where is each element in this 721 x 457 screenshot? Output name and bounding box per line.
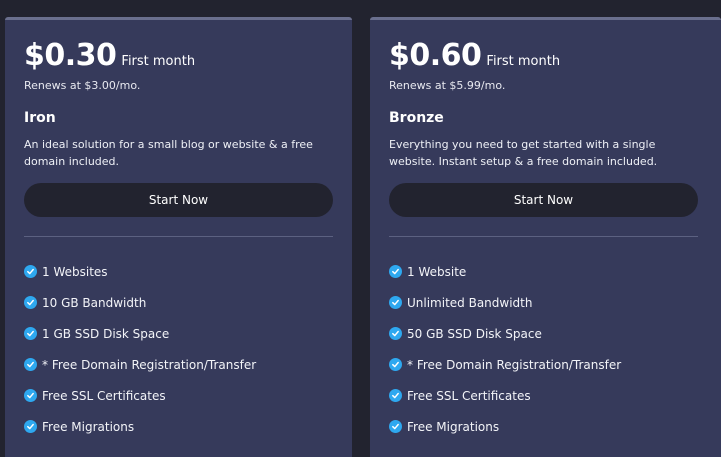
feature-list: 1 Websites 10 GB Bandwidth 1 GB SSD Disk… — [24, 256, 256, 442]
start-now-button[interactable]: Start Now — [389, 183, 698, 217]
feature-item: * Free Domain Registration/Transfer — [389, 349, 621, 380]
divider — [24, 236, 333, 237]
check-circle-icon — [24, 327, 37, 340]
feature-label: Free Migrations — [42, 419, 135, 434]
check-circle-icon — [389, 420, 402, 433]
feature-item: Free Migrations — [389, 411, 621, 442]
price-row: $0.30 First month — [24, 38, 195, 73]
feature-item: 50 GB SSD Disk Space — [389, 318, 621, 349]
check-circle-icon — [24, 420, 37, 433]
feature-item: Unlimited Bandwidth — [389, 287, 621, 318]
check-circle-icon — [389, 296, 402, 309]
plan-name: Bronze — [389, 110, 444, 126]
feature-label: Unlimited Bandwidth — [407, 295, 533, 310]
plan-price: $0.60 — [389, 38, 482, 73]
price-period: First month — [486, 54, 561, 69]
price-row: $0.60 First month — [389, 38, 560, 73]
feature-item: 1 Website — [389, 256, 621, 287]
feature-label: Free Migrations — [407, 419, 500, 434]
feature-label: * Free Domain Registration/Transfer — [42, 357, 257, 372]
price-period: First month — [121, 54, 196, 69]
feature-label: 50 GB SSD Disk Space — [407, 326, 542, 341]
check-circle-icon — [389, 265, 402, 278]
check-circle-icon — [24, 265, 37, 278]
plan-description: An ideal solution for a small blog or we… — [24, 138, 313, 168]
renewal-price: Renews at $3.00/mo. — [24, 79, 141, 92]
feature-label: Free SSL Certificates — [42, 388, 166, 403]
feature-item: 1 GB SSD Disk Space — [24, 318, 256, 349]
feature-label: 10 GB Bandwidth — [42, 295, 147, 310]
feature-list: 1 Website Unlimited Bandwidth 50 GB SSD … — [389, 256, 621, 442]
check-circle-icon — [24, 389, 37, 402]
feature-item: Free SSL Certificates — [24, 380, 256, 411]
plan-price: $0.30 — [24, 38, 117, 73]
feature-item: * Free Domain Registration/Transfer — [24, 349, 256, 380]
feature-label: 1 Websites — [42, 264, 108, 279]
feature-label: 1 Website — [407, 264, 467, 279]
feature-label: * Free Domain Registration/Transfer — [407, 357, 622, 372]
plan-card-bronze: $0.60 First month Renews at $5.99/mo. Br… — [370, 17, 721, 457]
check-circle-icon — [389, 389, 402, 402]
check-circle-icon — [389, 327, 402, 340]
plan-card-iron: $0.30 First month Renews at $3.00/mo. Ir… — [5, 17, 352, 457]
feature-label: 1 GB SSD Disk Space — [42, 326, 170, 341]
plan-description: Everything you need to get started with … — [389, 138, 658, 168]
start-now-button[interactable]: Start Now — [24, 183, 333, 217]
renewal-price: Renews at $5.99/mo. — [389, 79, 506, 92]
feature-item: 1 Websites — [24, 256, 256, 287]
plan-name: Iron — [24, 110, 56, 126]
feature-item: Free SSL Certificates — [389, 380, 621, 411]
feature-item: Free Migrations — [24, 411, 256, 442]
feature-label: Free SSL Certificates — [407, 388, 531, 403]
check-circle-icon — [24, 296, 37, 309]
divider — [389, 236, 698, 237]
feature-item: 10 GB Bandwidth — [24, 287, 256, 318]
check-circle-icon — [24, 358, 37, 371]
check-circle-icon — [389, 358, 402, 371]
